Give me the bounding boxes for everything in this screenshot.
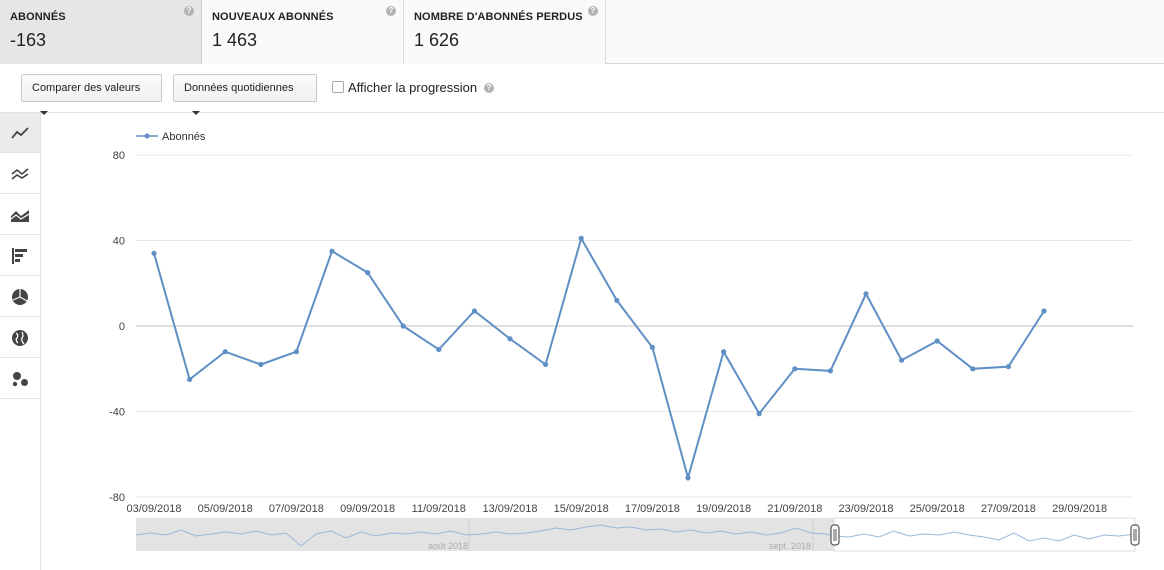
bar-chart-icon <box>12 247 27 264</box>
x-tick-label: 27/09/2018 <box>981 503 1036 515</box>
data-point[interactable] <box>507 336 513 342</box>
line-chart-button[interactable] <box>0 113 40 153</box>
bubble-chart-icon <box>12 371 28 386</box>
data-point[interactable] <box>1041 308 1047 314</box>
y-tick-label: -80 <box>109 492 125 504</box>
show-progress-label[interactable]: Afficher la progression <box>348 80 477 95</box>
navigator-selected-range <box>833 517 1136 552</box>
metric-tabs: ABONNÉS -163 ? NOUVEAUX ABONNÉS 1 463 ? … <box>0 0 1164 64</box>
legend-marker <box>144 133 150 139</box>
data-point[interactable] <box>649 344 656 350</box>
data-point[interactable] <box>258 361 264 368</box>
data-point[interactable] <box>151 250 157 256</box>
x-axis-labels: 03/09/2018 05/09/2018 07/09/2018 09/09/2018… <box>126 503 1107 515</box>
data-point[interactable] <box>863 291 869 297</box>
chart-legend: Abonnés <box>136 131 206 143</box>
x-tick-label: 21/09/2018 <box>767 503 822 515</box>
chart-gridlines <box>136 154 1133 498</box>
navigator-left-handle[interactable] <box>830 524 840 546</box>
data-point[interactable] <box>293 349 299 355</box>
x-tick-label: 11/09/2018 <box>412 503 466 515</box>
metric-value: 1 463 <box>212 30 258 50</box>
legend-label: Abonnés <box>162 131 206 143</box>
metric-label: NOUVEAUX ABONNÉS <box>212 11 334 23</box>
chart-toolbar: Comparer des valeurs Données quotidienne… <box>0 64 1164 116</box>
y-tick-label: 0 <box>119 321 125 333</box>
metric-label: NOMBRE D'ABONNÉS PERDUS <box>414 11 583 23</box>
y-tick-label: 40 <box>113 236 125 248</box>
x-tick-label: 13/09/2018 <box>482 503 537 515</box>
series-line <box>153 235 1045 482</box>
data-point[interactable] <box>471 308 477 314</box>
metric-value: 1 626 <box>414 30 460 50</box>
metric-tab-new-subscribers[interactable]: NOUVEAUX ABONNÉS 1 463 ? <box>202 0 404 64</box>
navigator-month-label: août 2018 <box>428 541 468 551</box>
data-point[interactable] <box>400 323 406 329</box>
multi-line-chart-button[interactable] <box>0 154 40 194</box>
help-icon[interactable]: ? <box>184 6 194 16</box>
x-tick-label: 05/09/2018 <box>198 503 253 515</box>
data-point[interactable] <box>934 338 940 344</box>
data-point[interactable] <box>222 349 228 355</box>
data-point[interactable] <box>970 366 976 372</box>
data-point[interactable] <box>543 361 549 368</box>
data-point[interactable] <box>792 366 798 372</box>
bar-chart-button[interactable] <box>0 236 40 276</box>
data-point[interactable] <box>899 357 905 363</box>
x-tick-label: 25/09/2018 <box>910 503 965 515</box>
data-point[interactable] <box>756 411 762 417</box>
range-navigator[interactable]: août 2018 sept. 2018 <box>135 517 1140 552</box>
data-point[interactable] <box>721 349 727 355</box>
help-icon[interactable]: ? <box>588 6 598 16</box>
data-point[interactable] <box>329 248 335 254</box>
area-chart-icon <box>10 209 30 222</box>
metric-label: ABONNÉS <box>10 11 66 23</box>
line-chart-icon <box>11 126 29 139</box>
help-icon[interactable]: ? <box>484 83 494 93</box>
pie-chart-icon <box>12 288 28 305</box>
compare-values-dropdown[interactable]: Comparer des valeurs <box>21 74 162 116</box>
multi-line-chart-icon <box>11 167 29 180</box>
x-tick-label: 03/09/2018 <box>126 503 181 515</box>
x-tick-label: 23/09/2018 <box>838 503 893 515</box>
data-point[interactable] <box>1005 364 1012 370</box>
x-tick-label: 07/09/2018 <box>269 503 324 515</box>
navigator-month-label: sept. 2018 <box>769 541 811 551</box>
data-point[interactable] <box>436 346 442 353</box>
navigator-right-handle[interactable] <box>1130 524 1140 546</box>
metric-tab-subscribers[interactable]: ABONNÉS -163 ? <box>0 0 202 64</box>
bubble-chart-button[interactable] <box>0 359 40 399</box>
compare-values-label: Comparer des valeurs <box>32 82 141 94</box>
data-point[interactable] <box>685 475 691 481</box>
series-abonnes <box>151 235 1047 482</box>
navigator-unselected-range <box>136 518 834 551</box>
help-icon[interactable]: ? <box>386 6 396 16</box>
y-tick-label: 80 <box>113 150 125 162</box>
x-tick-label: 09/09/2018 <box>340 503 395 515</box>
metric-tab-lost-subscribers[interactable]: NOMBRE D'ABONNÉS PERDUS 1 626 ? <box>404 0 606 64</box>
x-tick-label: 29/09/2018 <box>1052 503 1107 515</box>
y-axis-labels: 80 40 0 -40 -80 <box>109 150 125 504</box>
chart-type-sidebar <box>0 113 41 570</box>
granularity-label: Données quotidiennes <box>184 82 294 94</box>
map-button[interactable] <box>0 318 40 358</box>
data-point[interactable] <box>365 270 371 276</box>
data-point[interactable] <box>614 297 620 303</box>
metric-tabs-filler <box>606 0 1164 63</box>
data-point[interactable] <box>578 235 584 241</box>
data-point[interactable] <box>187 376 193 382</box>
show-progress-checkbox[interactable] <box>332 81 344 93</box>
x-tick-label: 17/09/2018 <box>625 503 680 515</box>
x-tick-label: 19/09/2018 <box>696 503 751 515</box>
x-tick-label: 15/09/2018 <box>554 503 609 515</box>
metric-value: -163 <box>10 30 47 50</box>
area-chart-button[interactable] <box>0 195 40 235</box>
pie-chart-button[interactable] <box>0 277 40 317</box>
y-tick-label: -40 <box>109 407 125 419</box>
globe-icon <box>12 329 28 346</box>
granularity-dropdown[interactable]: Données quotidiennes <box>173 74 317 116</box>
line-chart: 80 40 0 -40 -80 03/09/2018 05/09/2018 07/09/20… <box>109 131 1140 552</box>
data-point[interactable] <box>827 368 834 374</box>
